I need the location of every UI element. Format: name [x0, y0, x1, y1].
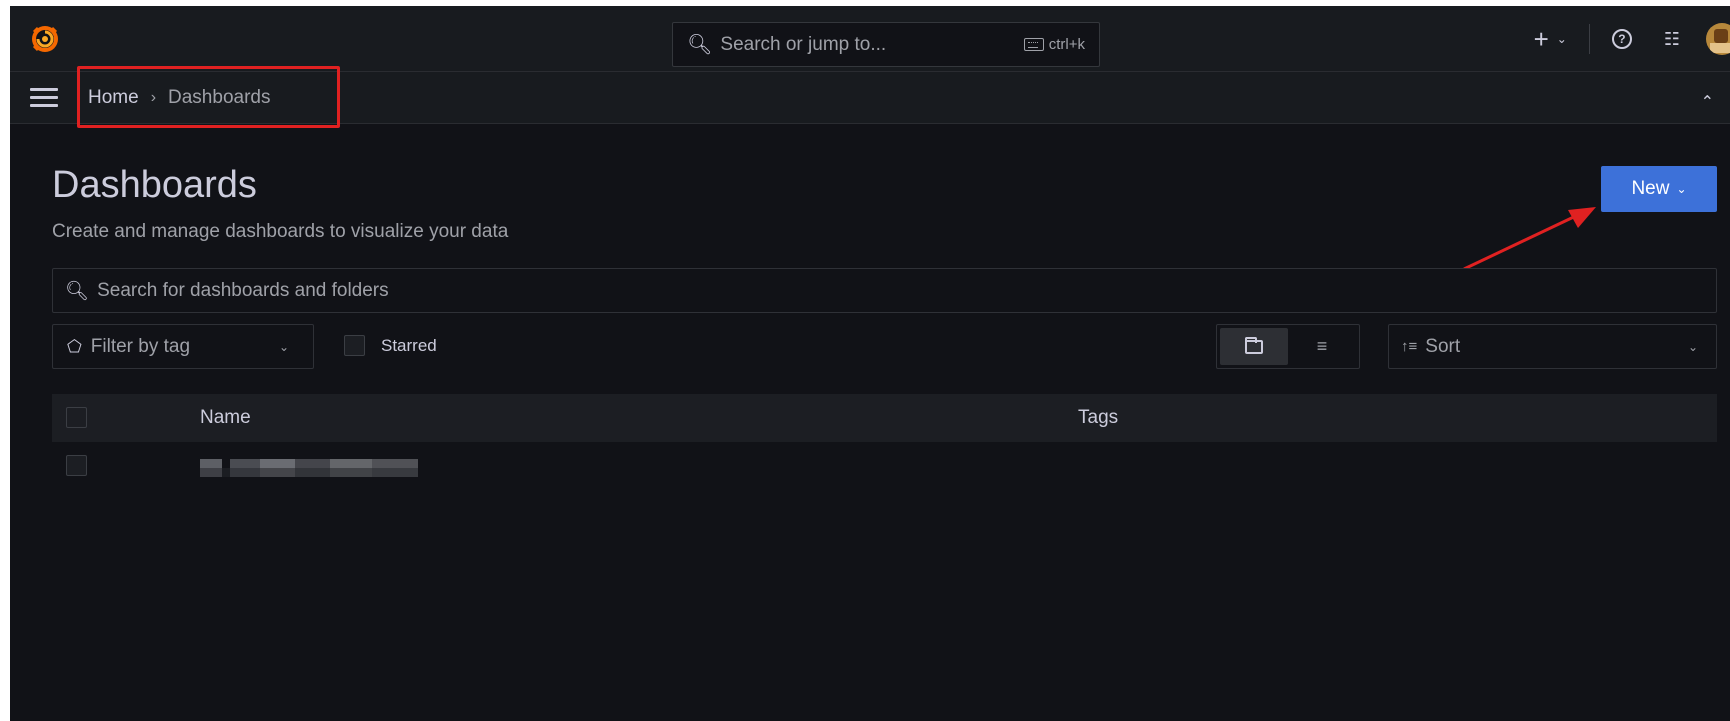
redacted-dashboard-name[interactable] — [200, 459, 418, 477]
filter-by-tag-select[interactable]: ⬠ Filter by tag ⌄ — [52, 324, 314, 369]
grafana-app: 🔍︎ Search or jump to... ctrl+k + ⌄ ? ☷ H… — [10, 6, 1730, 721]
column-header-tags: Tags — [1078, 407, 1119, 428]
global-search-placeholder: Search or jump to... — [720, 33, 887, 55]
chevron-down-icon: ⌄ — [278, 339, 289, 354]
sort-placeholder: Sort — [1425, 335, 1461, 357]
global-search-input[interactable]: 🔍︎ Search or jump to... ctrl+k — [672, 22, 1100, 67]
menu-icon[interactable] — [30, 88, 58, 108]
column-header-name[interactable]: Name — [200, 407, 251, 429]
chevron-down-icon: ⌄ — [1676, 182, 1687, 196]
sort-icon: ↑≡ — [1401, 338, 1418, 355]
list-view-button[interactable]: ≡ — [1288, 328, 1356, 365]
chevron-down-icon: ⌄ — [1687, 339, 1698, 354]
search-icon: 🔍︎ — [65, 280, 90, 302]
user-avatar[interactable] — [1706, 23, 1730, 55]
select-all-checkbox[interactable] — [66, 407, 87, 428]
chevron-up-icon[interactable]: ⌃ — [1701, 92, 1714, 112]
page-title: Dashboards — [52, 164, 257, 206]
view-mode-toggle: ≡ — [1216, 324, 1360, 369]
dashboard-search-placeholder: Search for dashboards and folders — [97, 279, 389, 301]
starred-label: Starred — [381, 335, 437, 355]
search-icon: 🔍︎ — [687, 34, 713, 56]
topbar-divider — [1588, 24, 1590, 54]
annotation-arrow — [1463, 207, 1596, 271]
news-feed-icon[interactable]: ☷ — [1664, 29, 1680, 50]
dashboard-search-input[interactable]: 🔍︎ Search for dashboards and folders — [52, 268, 1717, 313]
annotation-highlight-box — [77, 66, 340, 128]
filter-tag-placeholder: Filter by tag — [90, 335, 191, 357]
grafana-logo-icon[interactable] — [30, 24, 60, 54]
table-row[interactable] — [52, 442, 1717, 492]
help-icon[interactable]: ? — [1611, 29, 1632, 49]
folder-view-button[interactable] — [1220, 328, 1288, 365]
page-subtitle: Create and manage dashboards to visualiz… — [52, 221, 509, 242]
top-bar: 🔍︎ Search or jump to... ctrl+k + ⌄ ? ☷ — [10, 6, 1730, 72]
tag-icon: ⬠ — [67, 336, 82, 356]
list-icon: ≡ — [1316, 336, 1328, 356]
new-dashboard-button[interactable]: New ⌄ — [1601, 166, 1717, 212]
sort-select[interactable]: ↑≡ Sort ⌄ — [1388, 324, 1717, 369]
topbar-actions: + ⌄ ? ☷ — [1534, 6, 1730, 72]
new-button-label: New — [1631, 178, 1670, 199]
folder-icon — [1245, 336, 1263, 354]
keyboard-shortcut-hint: ctrl+k — [1023, 36, 1085, 53]
chevron-down-icon[interactable]: ⌄ — [1557, 32, 1567, 46]
add-new-button[interactable]: + — [1534, 26, 1549, 52]
keyboard-icon — [1023, 38, 1044, 51]
row-checkbox[interactable] — [66, 455, 87, 476]
starred-filter[interactable]: Starred — [344, 335, 437, 356]
shortcut-text: ctrl+k — [1048, 36, 1085, 53]
table-header: Name Tags — [52, 394, 1717, 442]
starred-checkbox[interactable] — [344, 335, 365, 356]
